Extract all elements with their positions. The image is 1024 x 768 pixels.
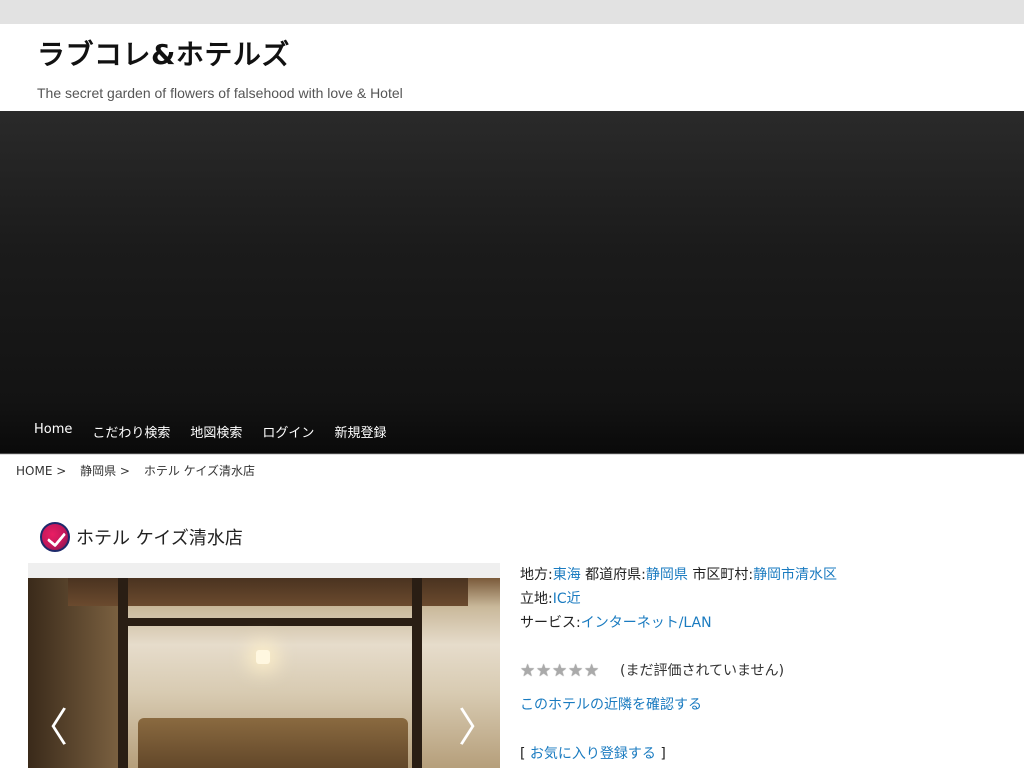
city-link[interactable]: 静岡市清水区	[753, 567, 837, 583]
nav-item-map-search[interactable]: 地図検索	[180, 422, 252, 441]
photo-ceiling	[68, 578, 468, 606]
photo-bed	[138, 718, 408, 768]
site-header: ラブコレ&ホテルズ The secret garden of flowers o…	[0, 24, 1024, 111]
photo-beam-left	[118, 578, 128, 768]
location-label: 立地:	[520, 591, 553, 607]
site-title[interactable]: ラブコレ&ホテルズ	[37, 38, 1024, 72]
nearby-link[interactable]: このホテルの近隣を確認する	[520, 697, 702, 713]
breadcrumb-prefecture[interactable]: 静岡県 >	[80, 464, 130, 478]
nearby-row: このホテルの近隣を確認する	[520, 693, 1000, 717]
star-icon[interactable]: ★	[520, 662, 536, 680]
hotel-photo	[28, 578, 500, 768]
prefecture-link[interactable]: 静岡県	[646, 567, 688, 583]
photo-beam-right	[412, 578, 422, 768]
service-label: サービス:	[520, 615, 581, 631]
breadcrumb: HOME > 静岡県 > ホテル ケイズ清水店	[0, 454, 1024, 484]
photo-beam-top	[118, 618, 422, 626]
region-label: 地方:	[520, 567, 553, 583]
hotel-title-row: ホテル ケイズ清水店	[0, 484, 1024, 563]
site-description: The secret garden of flowers of falsehoo…	[37, 85, 403, 101]
favorite-bracket-open: [	[520, 746, 526, 762]
hotel-name: ホテル ケイズ清水店	[76, 527, 243, 549]
rating-status: (まだ評価されていません)	[620, 663, 785, 679]
favorite-link[interactable]: お気に入り登録する	[530, 746, 656, 762]
breadcrumb-current: ホテル ケイズ清水店	[143, 464, 256, 478]
slider-next-icon[interactable]: 〉	[458, 701, 498, 755]
rating-stars[interactable]: ★ ★ ★ ★ ★	[520, 662, 600, 680]
rating-row: ★ ★ ★ ★ ★ (まだ評価されていません)	[520, 659, 1000, 683]
area-row: 地方:東海 都道府県:静岡県 市区町村:静岡市清水区	[520, 563, 1000, 587]
location-link[interactable]: IC近	[553, 591, 581, 607]
photo-slider[interactable]: 〈 〉	[28, 563, 500, 768]
breadcrumb-home[interactable]: HOME >	[16, 464, 66, 478]
header-banner: Home こだわり検索 地図検索 ログイン 新規登録	[0, 111, 1024, 454]
slider-prev-icon[interactable]: 〈	[28, 701, 68, 755]
hotel-info: 地方:東海 都道府県:静岡県 市区町村:静岡市清水区 立地:IC近 サービス:イ…	[520, 563, 1000, 766]
service-row: サービス:インターネット/LAN	[520, 611, 1000, 635]
nav-item-advanced-search[interactable]: こだわり検索	[82, 422, 180, 441]
star-icon[interactable]: ★	[568, 662, 584, 680]
star-icon[interactable]: ★	[584, 662, 600, 680]
city-label: 市区町村:	[692, 567, 754, 583]
star-icon[interactable]: ★	[552, 662, 568, 680]
top-bar	[0, 0, 1024, 24]
nav-item-home[interactable]: Home	[24, 422, 82, 441]
hotel-content: 〈 〉 地方:東海 都道府県:静岡県 市区町村:静岡市清水区 立地:IC近 サー…	[0, 563, 1024, 768]
nav-item-register[interactable]: 新規登録	[324, 422, 396, 441]
star-icon[interactable]: ★	[536, 662, 552, 680]
favorite-row: [ お気に入り登録する ]	[520, 742, 1000, 766]
main-nav: Home こだわり検索 地図検索 ログイン 新規登録	[24, 422, 396, 441]
favorite-bracket-close: ]	[660, 746, 666, 762]
check-badge-icon	[40, 521, 70, 552]
service-link[interactable]: インターネット/LAN	[581, 615, 712, 631]
prefecture-label: 都道府県:	[585, 567, 646, 583]
location-row: 立地:IC近	[520, 587, 1000, 611]
photo-wall-lamp	[256, 650, 270, 664]
region-link[interactable]: 東海	[553, 567, 581, 583]
nav-item-login[interactable]: ログイン	[252, 422, 324, 441]
